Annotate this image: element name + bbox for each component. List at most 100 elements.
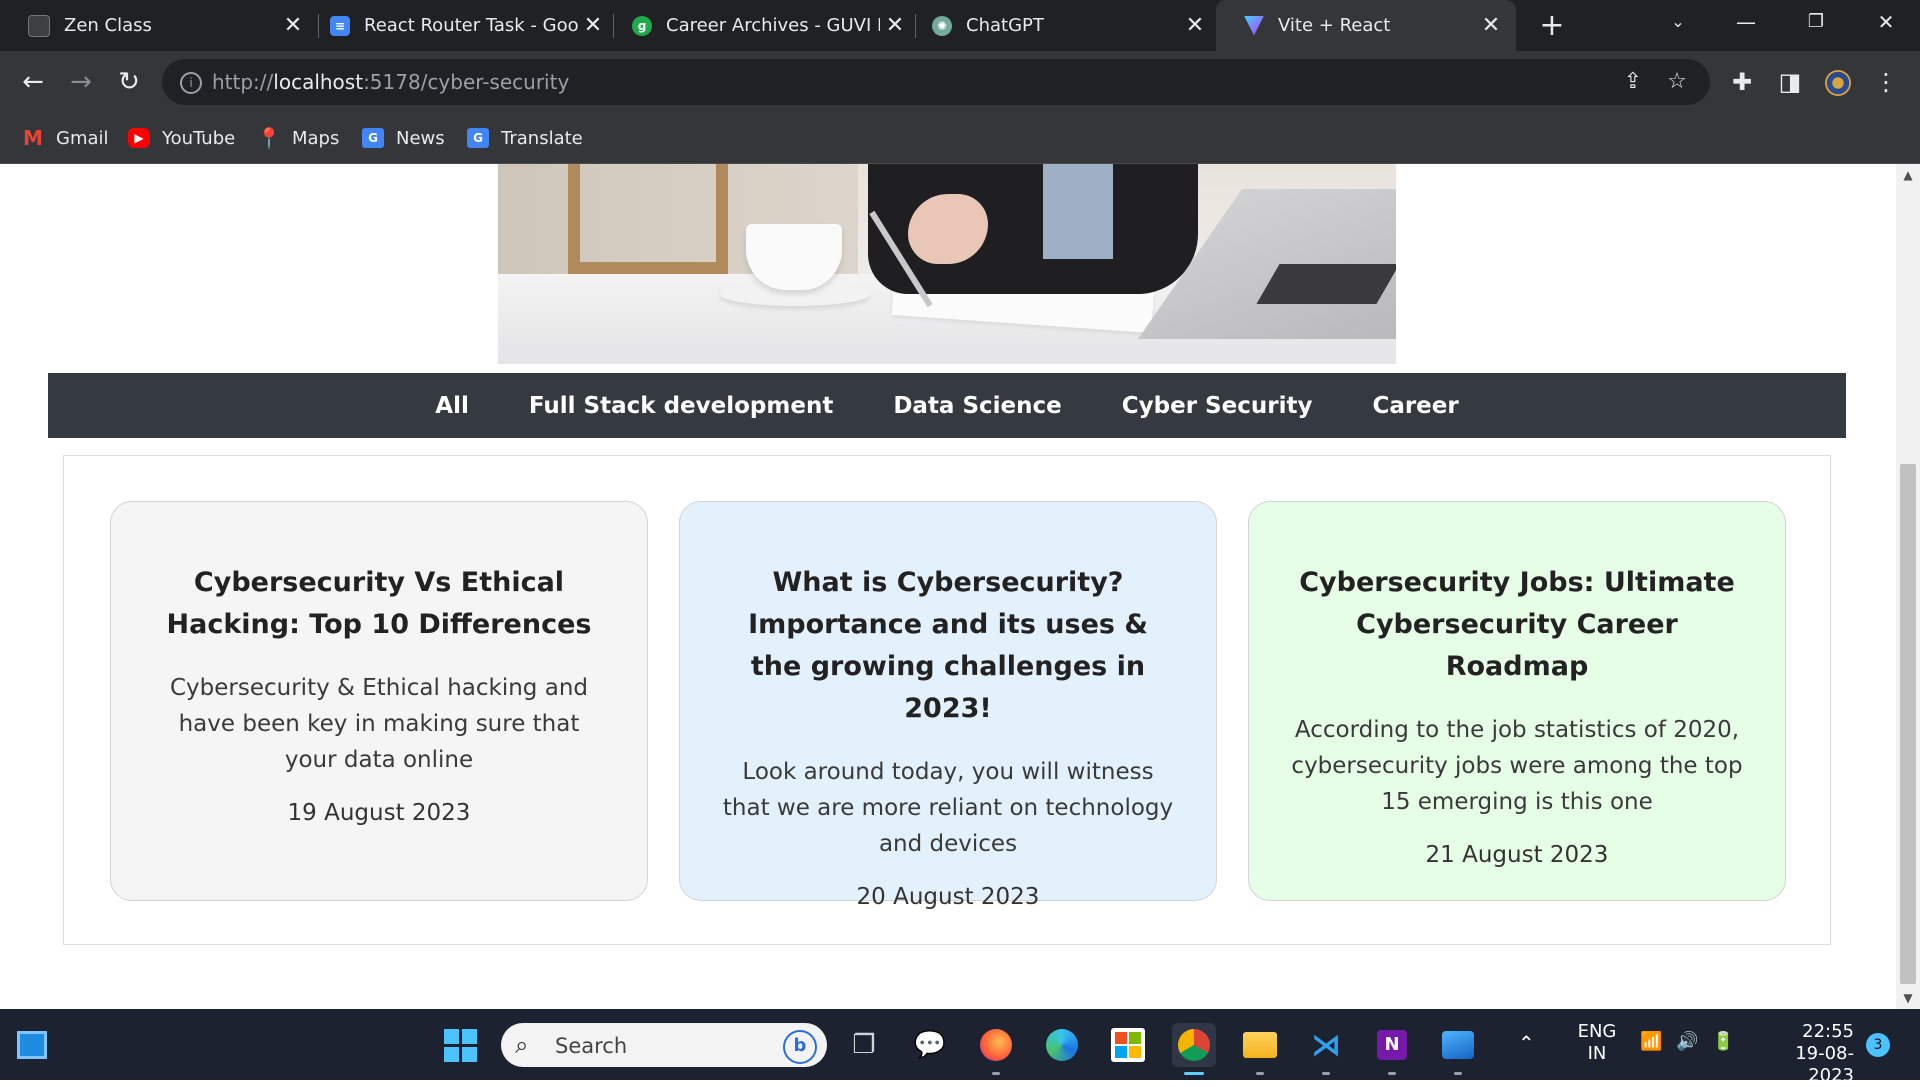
tab-title: Career Archives - GUVI Bl bbox=[666, 15, 880, 36]
site-info-icon[interactable]: i bbox=[180, 72, 202, 94]
guvi-icon: g bbox=[632, 15, 652, 36]
bookmark-label: News bbox=[396, 127, 445, 149]
scrollbar-thumb[interactable] bbox=[1900, 464, 1916, 984]
tab-zen-class[interactable]: Zen Class ✕ bbox=[0, 0, 318, 51]
bookmark-news[interactable]: G News bbox=[362, 125, 445, 151]
file-explorer-icon[interactable] bbox=[1238, 1023, 1282, 1075]
teams-chat-icon[interactable]: 💬 bbox=[908, 1023, 952, 1067]
bookmark-gmail[interactable]: M Gmail bbox=[22, 125, 109, 151]
region-code: IN bbox=[1587, 1043, 1607, 1064]
tab-chatgpt[interactable]: ✺ ChatGPT ✕ bbox=[904, 0, 1220, 51]
nav-career[interactable]: Career bbox=[1342, 393, 1488, 419]
hero-image bbox=[498, 164, 1396, 364]
nav-cyber-security[interactable]: Cyber Security bbox=[1092, 393, 1343, 419]
clock-date: 19-08-2023 bbox=[1795, 1043, 1854, 1086]
card-summary: According to the job statistics of 2020,… bbox=[1291, 717, 1743, 815]
bookmark-label: YouTube bbox=[162, 127, 236, 149]
clock-time: 22:55 bbox=[1802, 1021, 1854, 1042]
card-title[interactable]: Cybersecurity Jobs: Ultimate Cybersecuri… bbox=[1289, 562, 1745, 688]
url-text[interactable]: http://localhost:5178/cyber-security bbox=[212, 70, 569, 94]
vscode-icon[interactable]: ⋊ bbox=[1304, 1023, 1348, 1075]
tab-search-chevron-icon[interactable]: ⌄ bbox=[1648, 0, 1708, 44]
menu-kebab-icon[interactable]: ⋮ bbox=[1867, 63, 1905, 101]
chatgpt-icon: ✺ bbox=[932, 15, 952, 36]
side-panel-icon[interactable]: ◨ bbox=[1771, 63, 1809, 101]
address-bar[interactable]: i http://localhost:5178/cyber-security ⇪… bbox=[162, 59, 1710, 105]
photos-icon[interactable] bbox=[1436, 1023, 1480, 1075]
card-title[interactable]: What is Cybersecurity? Importance and it… bbox=[720, 562, 1176, 730]
firefox-icon[interactable] bbox=[974, 1023, 1018, 1075]
windows-taskbar: ⌕ Search b ❐ 💬 ⋊ N ⌃ ENG IN 📶 🔊 🔋 22:55 … bbox=[0, 1009, 1920, 1086]
scroll-down-icon[interactable]: ▼ bbox=[1896, 991, 1920, 1005]
gmail-icon: M bbox=[23, 126, 43, 150]
nav-data-science[interactable]: Data Science bbox=[863, 393, 1091, 419]
language-indicator[interactable]: ENG IN bbox=[1572, 1021, 1622, 1065]
news-icon: G bbox=[362, 128, 384, 148]
card-title[interactable]: Cybersecurity Vs Ethical Hacking: Top 10… bbox=[151, 562, 607, 646]
scroll-up-icon[interactable]: ▲ bbox=[1896, 168, 1920, 182]
bookmark-label: Maps bbox=[292, 127, 340, 149]
bookmark-youtube[interactable]: ▶ YouTube bbox=[128, 125, 235, 151]
new-tab-button[interactable]: + bbox=[1534, 8, 1570, 44]
notification-badge[interactable]: 3 bbox=[1866, 1033, 1890, 1057]
translate-icon: G bbox=[467, 128, 489, 148]
tab-vite-react[interactable]: Vite + React ✕ bbox=[1216, 0, 1516, 51]
bing-icon[interactable]: b bbox=[783, 1030, 817, 1064]
card-date: 20 August 2023 bbox=[856, 884, 1040, 910]
microsoft-store-icon[interactable] bbox=[1106, 1023, 1150, 1067]
chrome-icon[interactable] bbox=[1172, 1023, 1216, 1075]
wifi-icon[interactable]: 📶 bbox=[1640, 1031, 1662, 1052]
window-close-icon[interactable]: ✕ bbox=[1856, 0, 1916, 44]
zen-class-favicon bbox=[28, 14, 50, 37]
tab-title: ChatGPT bbox=[966, 15, 1044, 36]
edge-icon[interactable] bbox=[1040, 1023, 1084, 1067]
tab-title: Zen Class bbox=[64, 15, 152, 36]
reload-icon[interactable]: ↻ bbox=[110, 63, 148, 101]
tab-strip: Zen Class ✕ ≡ React Router Task - Googl … bbox=[0, 0, 1920, 51]
bookmark-translate[interactable]: G Translate bbox=[467, 125, 583, 151]
tab-title: React Router Task - Googl bbox=[364, 15, 578, 36]
volume-icon[interactable]: 🔊 bbox=[1676, 1031, 1698, 1052]
windows-start-icon[interactable] bbox=[438, 1023, 482, 1067]
blog-card[interactable]: What is Cybersecurity? Importance and it… bbox=[679, 501, 1217, 910]
card-date: 19 August 2023 bbox=[287, 800, 471, 826]
tab-title: Vite + React bbox=[1278, 15, 1391, 36]
nav-all[interactable]: All bbox=[405, 393, 499, 419]
share-icon[interactable]: ⇪ bbox=[1618, 67, 1648, 97]
vite-icon bbox=[1244, 15, 1264, 36]
close-icon[interactable]: ✕ bbox=[1180, 13, 1210, 38]
search-icon: ⌕ bbox=[515, 1031, 529, 1059]
nav-full-stack-development[interactable]: Full Stack development bbox=[499, 393, 863, 419]
tab-career-archives[interactable]: g Career Archives - GUVI Bl ✕ bbox=[604, 0, 920, 51]
card-date: 21 August 2023 bbox=[1425, 842, 1609, 868]
tab-react-router-task[interactable]: ≡ React Router Task - Googl ✕ bbox=[302, 0, 618, 51]
back-icon[interactable]: ← bbox=[14, 63, 52, 101]
card-summary: Cybersecurity & Ethical hacking and have… bbox=[169, 675, 588, 773]
bookmark-label: Gmail bbox=[56, 127, 109, 149]
extensions-icon[interactable]: ✚ bbox=[1723, 63, 1761, 101]
minimize-icon[interactable]: — bbox=[1716, 0, 1776, 44]
clock[interactable]: 22:55 19-08-2023 bbox=[1758, 1021, 1854, 1087]
task-view-icon[interactable]: ❐ bbox=[842, 1023, 886, 1067]
battery-icon[interactable]: 🔋 bbox=[1712, 1031, 1734, 1052]
page-scrollbar[interactable]: ▲ ▼ bbox=[1896, 164, 1920, 1009]
blog-card[interactable]: Cybersecurity Jobs: Ultimate Cybersecuri… bbox=[1248, 501, 1786, 901]
page-viewport: All Full Stack development Data Science … bbox=[0, 164, 1896, 1009]
profile-avatar[interactable] bbox=[1819, 63, 1857, 101]
show-hidden-icons-chevron-icon[interactable]: ⌃ bbox=[1518, 1031, 1535, 1055]
close-icon[interactable]: ✕ bbox=[1476, 13, 1506, 38]
google-docs-icon: ≡ bbox=[330, 15, 350, 36]
taskbar-search-box[interactable]: ⌕ Search b bbox=[501, 1023, 827, 1067]
forward-icon[interactable]: → bbox=[62, 63, 100, 101]
widgets-icon[interactable] bbox=[10, 1023, 54, 1067]
onenote-icon[interactable]: N bbox=[1370, 1023, 1414, 1075]
language-code: ENG bbox=[1577, 1021, 1617, 1042]
bookmark-star-icon[interactable]: ☆ bbox=[1662, 67, 1692, 97]
bookmarks-bar: M Gmail ▶ YouTube 📍 Maps G News G Transl… bbox=[0, 113, 1920, 164]
bookmark-label: Translate bbox=[501, 127, 583, 149]
category-nav: All Full Stack development Data Science … bbox=[48, 373, 1846, 438]
card-summary: Look around today, you will witness that… bbox=[722, 759, 1174, 857]
bookmark-maps[interactable]: 📍 Maps bbox=[257, 125, 340, 151]
blog-card[interactable]: Cybersecurity Vs Ethical Hacking: Top 10… bbox=[110, 501, 648, 901]
restore-icon[interactable]: ❐ bbox=[1786, 0, 1846, 44]
